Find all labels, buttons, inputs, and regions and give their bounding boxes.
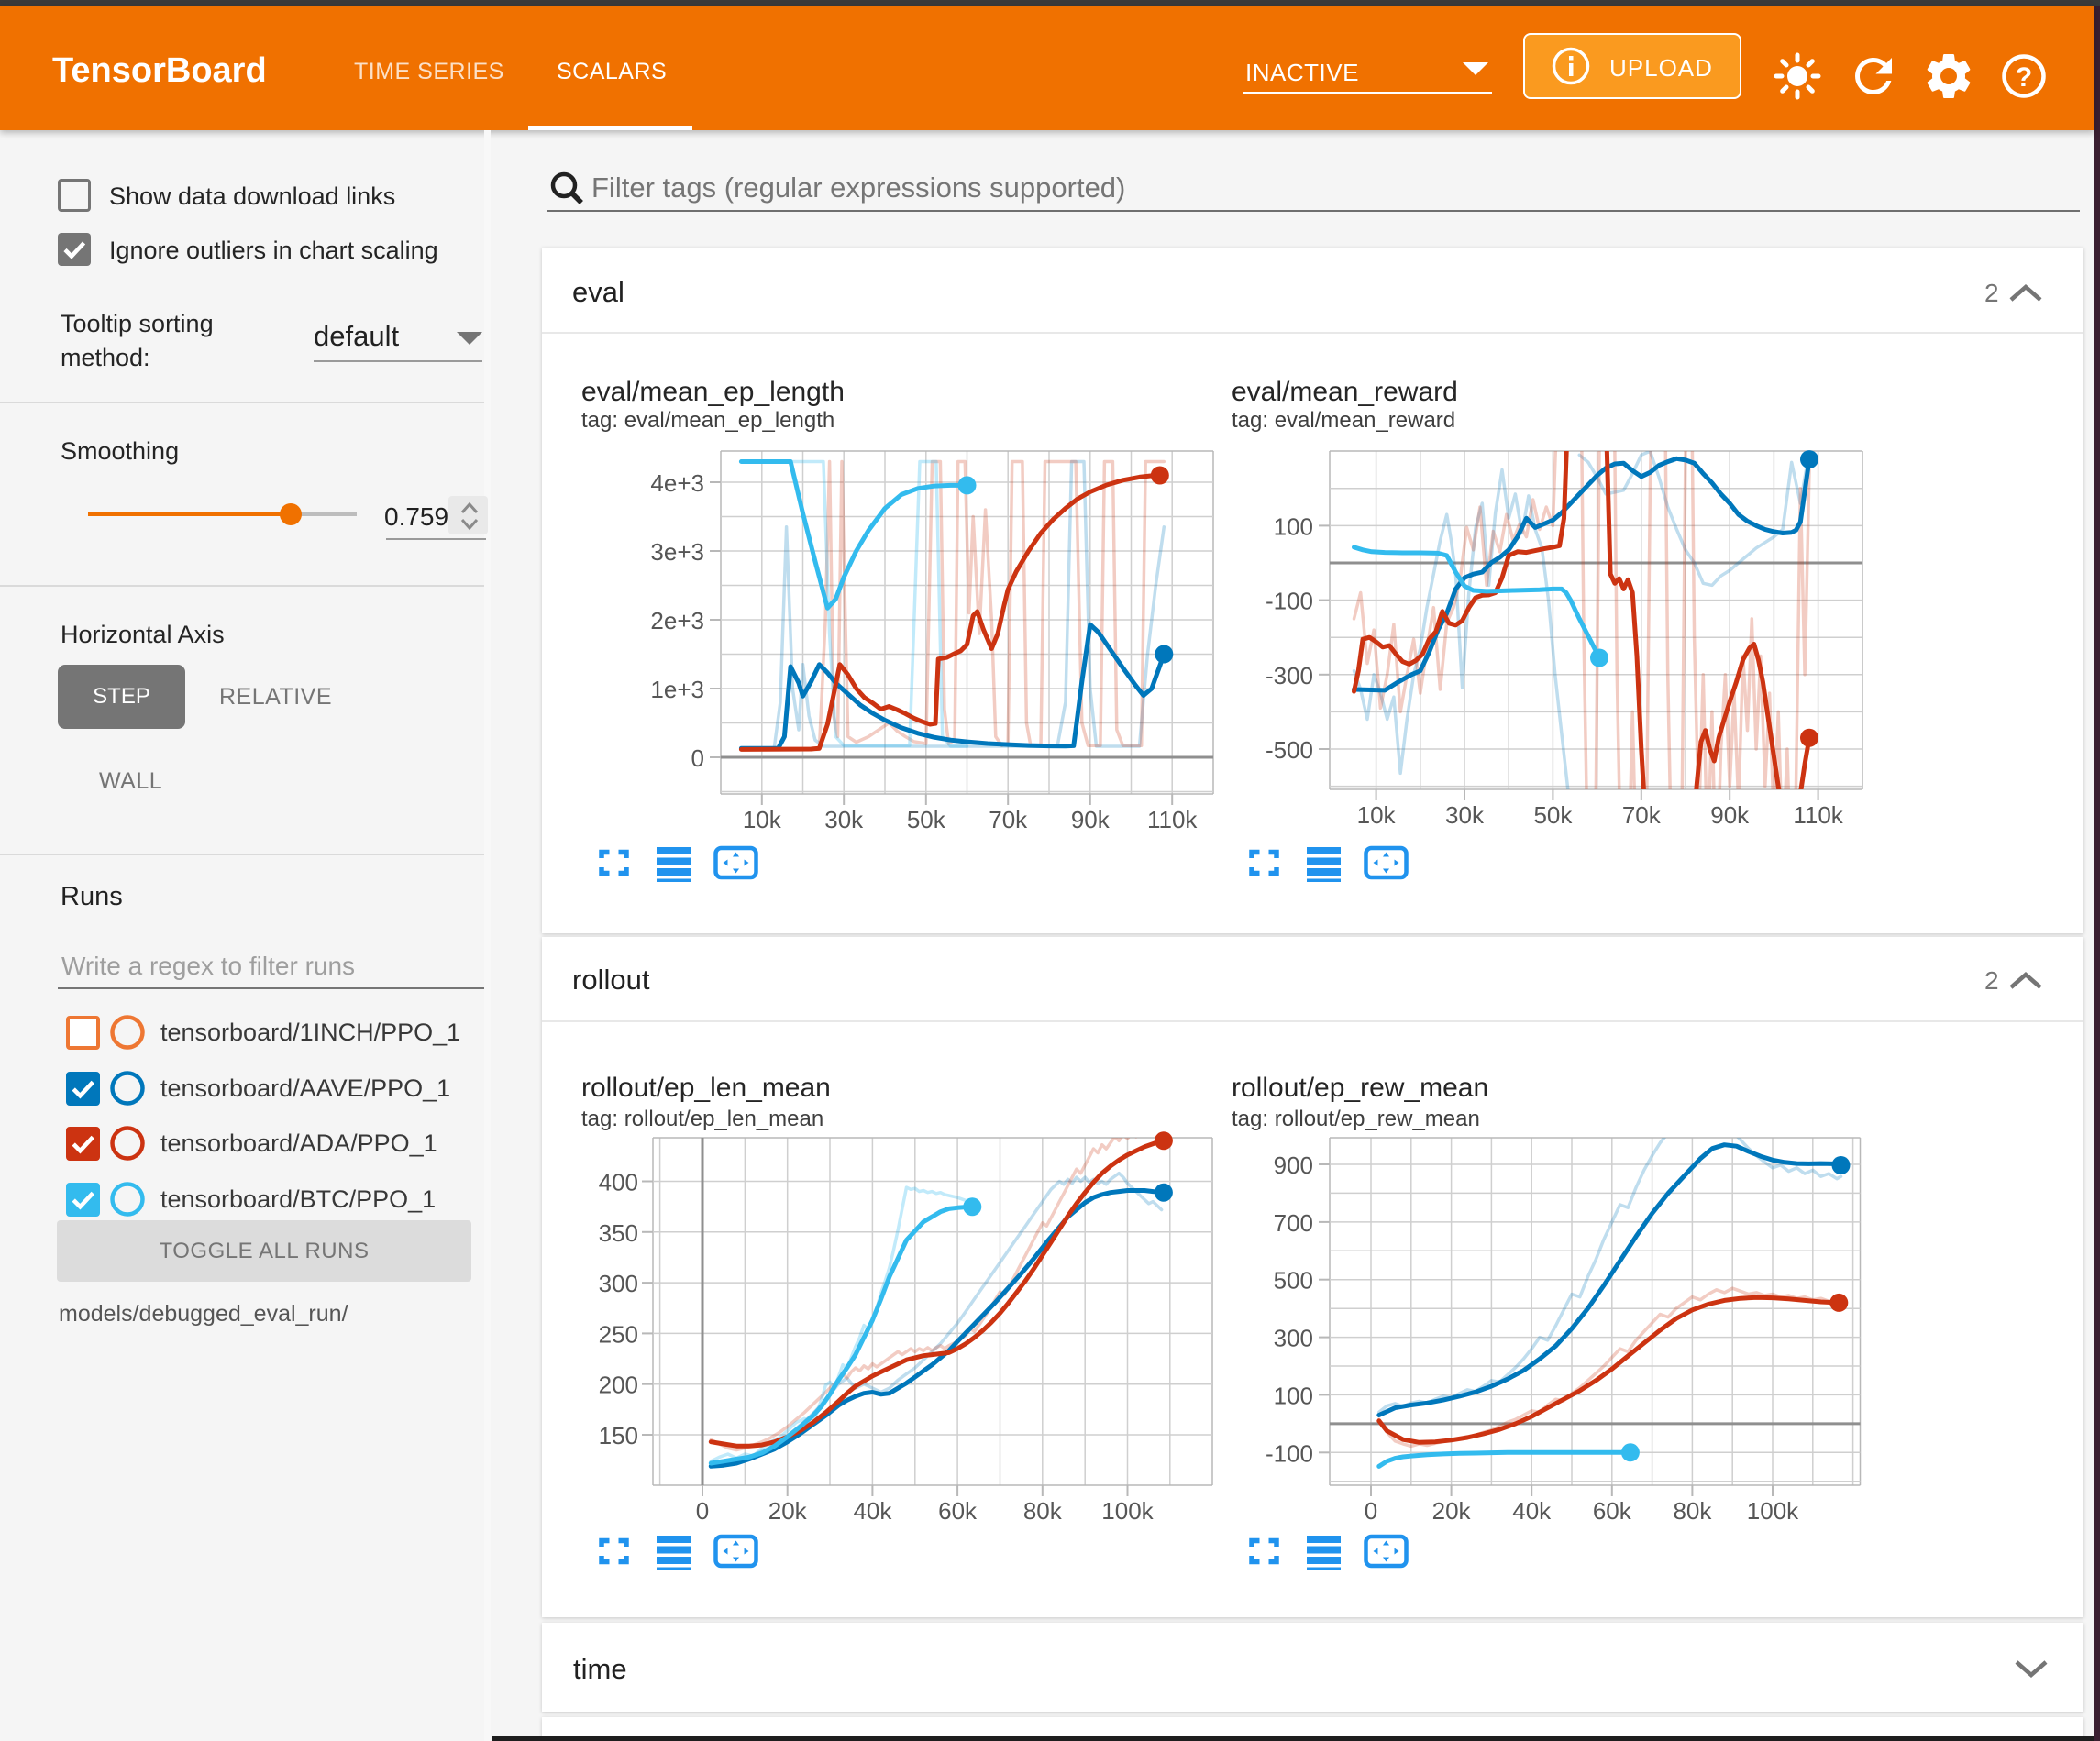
svg-text:3e+3: 3e+3 bbox=[650, 538, 704, 566]
svg-text:0: 0 bbox=[691, 744, 704, 772]
svg-text:50k: 50k bbox=[907, 806, 946, 833]
svg-text:40k: 40k bbox=[853, 1497, 892, 1525]
svg-text:350: 350 bbox=[599, 1219, 638, 1247]
svg-text:700: 700 bbox=[1274, 1209, 1313, 1237]
svg-text:100: 100 bbox=[1274, 1382, 1313, 1409]
svg-text:90k: 90k bbox=[1071, 806, 1111, 833]
svg-text:-500: -500 bbox=[1266, 736, 1313, 764]
svg-text:300: 300 bbox=[599, 1270, 638, 1297]
svg-text:200: 200 bbox=[599, 1372, 638, 1399]
svg-text:110k: 110k bbox=[1793, 801, 1843, 829]
svg-text:4e+3: 4e+3 bbox=[650, 469, 704, 497]
svg-text:400: 400 bbox=[599, 1169, 638, 1196]
svg-text:-100: -100 bbox=[1266, 588, 1313, 615]
svg-text:rollout/ep_rew_mean: rollout/ep_rew_mean bbox=[1232, 1073, 1488, 1103]
svg-text:900: 900 bbox=[1274, 1151, 1313, 1179]
svg-text:tag: eval/mean_ep_length: tag: eval/mean_ep_length bbox=[581, 408, 834, 433]
svg-text:100k: 100k bbox=[1101, 1497, 1154, 1525]
svg-text:eval/mean_reward: eval/mean_reward bbox=[1232, 377, 1458, 407]
svg-text:20k: 20k bbox=[1432, 1497, 1472, 1525]
svg-text:80k: 80k bbox=[1673, 1497, 1712, 1525]
svg-text:20k: 20k bbox=[768, 1497, 808, 1525]
svg-text:10k: 10k bbox=[1357, 801, 1397, 829]
svg-text:110k: 110k bbox=[1147, 806, 1198, 833]
svg-text:70k: 70k bbox=[989, 806, 1028, 833]
svg-text:0: 0 bbox=[1365, 1497, 1377, 1525]
svg-text:90k: 90k bbox=[1710, 801, 1750, 829]
svg-text:tag: rollout/ep_rew_mean: tag: rollout/ep_rew_mean bbox=[1232, 1107, 1480, 1131]
svg-text:0: 0 bbox=[696, 1497, 709, 1525]
svg-text:70k: 70k bbox=[1622, 801, 1662, 829]
svg-text:250: 250 bbox=[599, 1320, 638, 1348]
svg-text:60k: 60k bbox=[938, 1497, 978, 1525]
svg-text:eval/mean_ep_length: eval/mean_ep_length bbox=[581, 377, 845, 407]
svg-text:?: ? bbox=[2016, 62, 2032, 93]
svg-text:-300: -300 bbox=[1266, 662, 1313, 689]
svg-text:tag: eval/mean_reward: tag: eval/mean_reward bbox=[1232, 408, 1455, 433]
svg-text:100k: 100k bbox=[1747, 1497, 1799, 1525]
svg-text:tag: rollout/ep_len_mean: tag: rollout/ep_len_mean bbox=[581, 1107, 823, 1131]
svg-text:60k: 60k bbox=[1593, 1497, 1632, 1525]
svg-text:1e+3: 1e+3 bbox=[650, 676, 704, 703]
svg-text:500: 500 bbox=[1274, 1267, 1313, 1295]
svg-text:40k: 40k bbox=[1512, 1497, 1552, 1525]
svg-text:100: 100 bbox=[1274, 512, 1313, 540]
svg-text:150: 150 bbox=[599, 1422, 638, 1449]
svg-text:50k: 50k bbox=[1533, 801, 1573, 829]
svg-text:30k: 30k bbox=[1445, 801, 1485, 829]
svg-text:10k: 10k bbox=[743, 806, 782, 833]
svg-text:80k: 80k bbox=[1023, 1497, 1063, 1525]
svg-text:-100: -100 bbox=[1266, 1439, 1313, 1467]
svg-text:rollout/ep_len_mean: rollout/ep_len_mean bbox=[581, 1073, 831, 1103]
svg-text:300: 300 bbox=[1274, 1325, 1313, 1352]
svg-text:30k: 30k bbox=[824, 806, 864, 833]
svg-text:2e+3: 2e+3 bbox=[650, 607, 704, 634]
